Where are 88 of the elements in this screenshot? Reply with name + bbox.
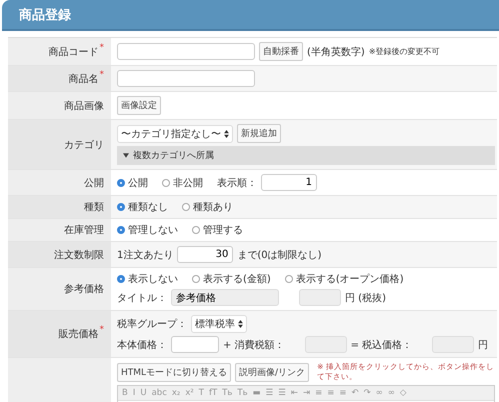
button[interactable]: 画像設定: [117, 96, 161, 115]
text-label: 円 (税抜): [345, 292, 386, 304]
text-label: タイトル：: [117, 292, 167, 304]
toolbar-button[interactable]: ⇥: [302, 388, 312, 398]
up-down-arrows-icon: [224, 130, 229, 138]
readonly-field[interactable]: [299, 289, 341, 306]
toolbar-button[interactable]: ☰: [264, 388, 274, 398]
radio-button[interactable]: [284, 275, 293, 283]
field-label: 商品画像: [64, 100, 104, 112]
dropdown[interactable]: 標準税率: [191, 315, 247, 333]
toolbar-button[interactable]: x₂: [170, 388, 182, 398]
radio-option[interactable]: 表示する(オープン価格): [284, 272, 404, 286]
text-field[interactable]: [117, 43, 255, 60]
toolbar-button[interactable]: B: [121, 388, 129, 398]
radio-option[interactable]: 種類なし: [117, 200, 168, 214]
toolbar-button[interactable]: abc: [150, 388, 168, 398]
toolbar-button[interactable]: ☰: [277, 388, 287, 398]
number-field[interactable]: 30: [177, 246, 234, 263]
radio-option[interactable]: 非公開: [162, 176, 203, 190]
radio-button[interactable]: [117, 275, 125, 283]
field-label: 公開: [84, 176, 104, 190]
text-label: 本体価格：: [117, 338, 167, 352]
toolbar-button[interactable]: ↶: [350, 388, 360, 398]
note-text: ※登録後の変更不可: [368, 46, 440, 57]
text-label: まで(0は制限なし): [237, 248, 322, 262]
field-label: 注文数制限: [54, 248, 104, 262]
toolbar-button[interactable]: ⇤: [290, 388, 299, 398]
up-down-arrows-icon: [238, 320, 243, 328]
radio-button[interactable]: [117, 203, 125, 211]
radio-option[interactable]: 表示する(金額): [192, 272, 271, 286]
button[interactable]: HTMLモードに切り替える: [117, 362, 232, 382]
radio-option[interactable]: 管理する: [192, 223, 243, 237]
required-mark: *: [100, 325, 104, 335]
readonly-field[interactable]: [304, 336, 347, 353]
radio-option[interactable]: 表示しない: [117, 272, 178, 286]
button[interactable]: 自動採番: [259, 42, 303, 61]
toolbar-button[interactable]: ∞: [374, 388, 384, 398]
toolbar-button[interactable]: ▬: [252, 388, 262, 398]
toolbar-button[interactable]: x²: [184, 388, 195, 398]
text-field[interactable]: [117, 70, 255, 87]
button[interactable]: 説明画像/リンク: [235, 362, 310, 382]
radio-button[interactable]: [117, 178, 125, 186]
toolbar-button[interactable]: Tь: [221, 388, 234, 398]
toolbar-button[interactable]: ∞: [386, 388, 396, 398]
rich-text-editor[interactable]: B I U abc x₂ x² T fT Tь Tь ▬ ☰ ☰ ⇤ ⇥ ≡ ≡ ≡ ↶ ↷ ∞ ∞ ◇: [117, 385, 495, 402]
collapsible-bar[interactable]: 複数カテゴリへ所属: [117, 146, 495, 165]
price-field[interactable]: [171, 336, 219, 353]
radio-button[interactable]: [192, 226, 200, 234]
text-label: = 税込価格：: [350, 338, 412, 352]
radio-button[interactable]: [182, 203, 190, 211]
toolbar-button[interactable]: ≡: [326, 388, 336, 398]
page-title: 商品登録: [19, 6, 71, 24]
radio-button[interactable]: [162, 178, 170, 186]
radio-option[interactable]: 管理しない: [117, 223, 178, 237]
text-label: (半角英数字): [307, 46, 365, 58]
caret-icon: [123, 153, 129, 158]
field-label: カテゴリ: [64, 138, 104, 152]
readonly-field[interactable]: [432, 336, 474, 353]
toolbar-button[interactable]: ↷: [362, 388, 372, 398]
field-label: 商品コード: [48, 46, 98, 58]
radio-button[interactable]: [192, 275, 200, 283]
radio-option[interactable]: 種類あり: [182, 200, 233, 214]
toolbar-button[interactable]: ◇: [398, 388, 408, 398]
field-label: 販売価格: [58, 328, 98, 341]
toolbar-button[interactable]: Tь: [236, 388, 249, 398]
required-mark: *: [100, 42, 104, 52]
toolbar-button[interactable]: ≡: [314, 388, 324, 398]
readonly-field[interactable]: 参考価格: [171, 289, 279, 306]
text-label: 税率グループ：: [117, 318, 187, 331]
toolbar-button[interactable]: I: [132, 388, 136, 398]
field-label: 種類: [84, 200, 104, 214]
toolbar-button[interactable]: T: [198, 388, 205, 398]
toolbar-button[interactable]: ≡: [338, 388, 348, 398]
number-field[interactable]: 1: [261, 174, 317, 191]
button[interactable]: 新規追加: [237, 124, 281, 143]
text-label: 円: [478, 338, 488, 352]
toolbar-button[interactable]: U: [139, 388, 148, 398]
radio-option[interactable]: 公開: [117, 176, 148, 190]
radio-button[interactable]: [117, 226, 125, 234]
required-mark: *: [100, 70, 104, 80]
toolbar-button[interactable]: fT: [208, 388, 218, 398]
field-label: 在庫管理: [64, 224, 104, 237]
dropdown[interactable]: 〜カテゴリ指定なし〜: [117, 124, 233, 142]
field-label: 商品名: [68, 72, 98, 86]
field-label: 参考価格: [64, 282, 104, 296]
text-label: 表示順：: [217, 176, 257, 190]
text-label: 1注文あたり: [117, 248, 174, 262]
text-label: + 消費税額：: [223, 338, 285, 352]
